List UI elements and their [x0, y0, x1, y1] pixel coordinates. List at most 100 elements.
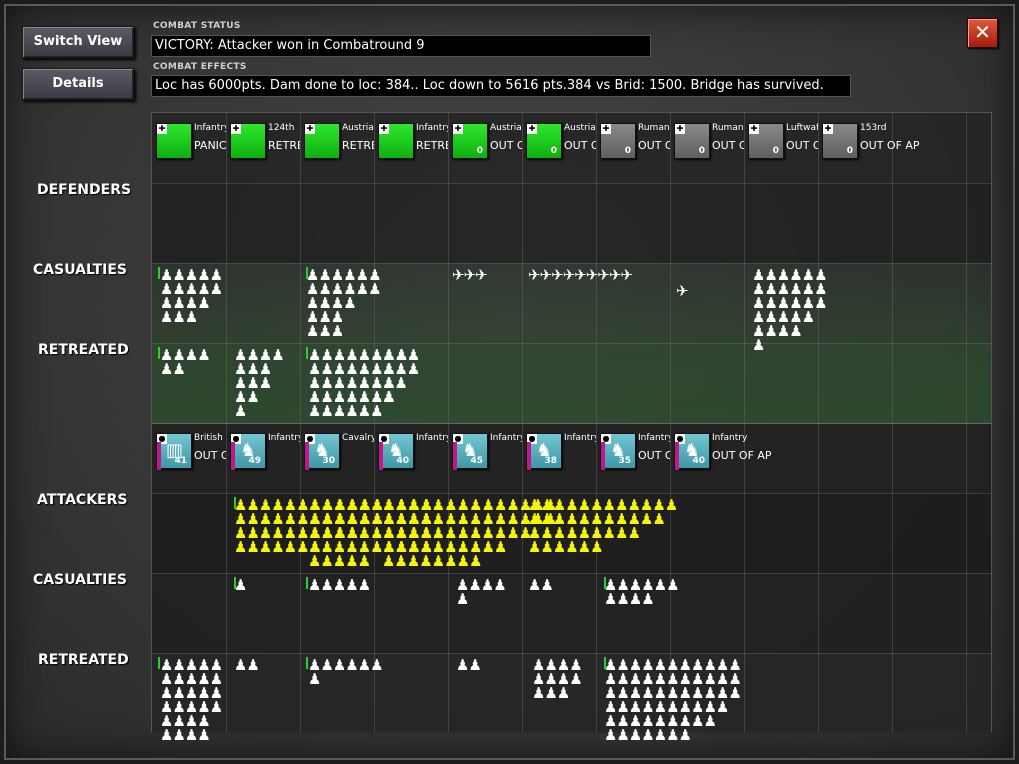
unit-name: British — [194, 433, 223, 443]
attacker-unit-6[interactable]: ● ♞ 38 Infantry — [522, 425, 596, 485]
unit-status: OUT OF AP — [860, 139, 920, 152]
strength-bar — [231, 442, 235, 470]
soldier-casualty-icon: ♟♟♟ — [306, 322, 344, 340]
unit-name: Austrian — [490, 123, 522, 133]
unit-strength: 41 — [174, 456, 187, 466]
unit-strength: 0 — [476, 146, 483, 156]
defender-unit-10[interactable]: ✚ 0 153rd OUT OF AP — [818, 115, 920, 175]
defender-unit-6[interactable]: ✚0AustrianOUT OF AP — [522, 115, 596, 175]
cross-flag-icon: ✚ — [231, 124, 241, 134]
unit-status: RETREAT — [268, 139, 300, 152]
unit-strength: 0 — [698, 146, 705, 156]
attacker-casualty-icon: ♟♟ — [528, 576, 554, 594]
grid-column-line — [374, 113, 375, 733]
strength-marker — [158, 267, 160, 279]
grid-row-line — [152, 183, 991, 184]
defender-unit-4[interactable]: ✚ Infantry RETREAT — [374, 115, 448, 175]
unit-counter[interactable]: ● ♞ 45 — [452, 433, 488, 470]
attackers-label: ATTACKERS — [37, 492, 128, 508]
unit-strength: 0 — [846, 146, 853, 156]
unit-counter[interactable]: ✚ 0 — [748, 123, 784, 159]
cross-flag-icon: ✚ — [305, 124, 315, 134]
unit-name: Cavalry — [342, 433, 374, 443]
grid-column-line — [300, 113, 301, 733]
soldier-retreated-icon: ♟♟ — [160, 360, 186, 378]
soldier-retreated-icon: ♟♟♟♟♟♟ — [308, 402, 384, 420]
attacker-unit-1[interactable]: ●▥41British OUT OF AP — [152, 425, 226, 485]
unit-counter[interactable]: ✚ 0 — [600, 123, 636, 159]
attacker-casualties-label: CASUALTIES — [33, 572, 127, 588]
defender-casualties-label: CASUALTIES — [33, 262, 127, 278]
switch-view-button[interactable]: Switch View — [22, 26, 134, 58]
unit-counter[interactable]: ● ♞ 40 — [378, 433, 414, 470]
combat-status-text: VICTORY: Attacker won in Combatround 9 — [151, 35, 651, 57]
unit-strength: 45 — [470, 456, 483, 466]
combat-effects-text: Loc has 6000pts. Dam done to loc: 384.. … — [151, 75, 851, 97]
unit-name: Infantry — [416, 123, 448, 133]
unit-counter[interactable]: ✚ 0 — [526, 123, 562, 159]
attacker-unit-3[interactable]: ● ♞ 30 Cavalry — [300, 425, 374, 485]
unit-status: OUT OF AP — [712, 449, 772, 462]
soldier-casualty-icon: ♟♟♟ — [160, 308, 198, 326]
defender-unit-1[interactable]: ✚ Infantry PANIC — [152, 115, 226, 175]
grid-column-line — [522, 113, 523, 733]
defender-unit-3[interactable]: ✚ Austrian RETREAT — [300, 115, 374, 175]
unit-counter[interactable]: ● ▥ 41 — [156, 433, 192, 470]
attacker-unit-8[interactable]: ● ♞ 40 Infantry OUT OF AP — [670, 425, 772, 485]
unit-strength: 40 — [692, 456, 705, 466]
unit-counter[interactable]: ✚ — [378, 123, 414, 159]
grid-row-line — [152, 493, 991, 494]
defender-unit-2[interactable]: ✚ 124th RETREAT — [226, 115, 300, 175]
iron-cross-icon: ✚ — [823, 124, 833, 134]
unit-status: OUT OF AP — [638, 449, 670, 462]
unit-status: PANIC — [194, 139, 226, 152]
defender-unit-9[interactable]: ✚0LuftwaffeOUT OF AP — [744, 115, 818, 175]
unit-name: Infantry — [638, 433, 670, 443]
grid-row-line — [152, 573, 991, 574]
strength-bar — [157, 442, 161, 470]
soldier-retreated-icon: ♟ — [382, 388, 395, 406]
unit-counter[interactable]: ✚ — [230, 123, 266, 159]
attacker-retreated-icon: ♟♟♟ — [532, 684, 570, 702]
unit-counter[interactable]: ● ♞ 35 — [600, 433, 636, 470]
attacker-unit-7[interactable]: ●♞35Infantry OUT OF AP — [596, 425, 670, 485]
unit-name: Luftwaffe — [786, 123, 818, 133]
unit-counter[interactable]: ● ♞ 38 — [526, 433, 562, 470]
unit-name: Infantry — [416, 433, 448, 443]
cross-flag-icon: ✚ — [157, 124, 167, 134]
strength-marker — [604, 577, 606, 589]
attacker-casualties-row — [152, 573, 991, 653]
attacker-casualty-icon: ♟♟♟♟ — [604, 590, 655, 608]
close-icon[interactable]: ✕ — [967, 18, 998, 48]
strength-marker — [234, 577, 236, 589]
attacker-casualty-icon: ♟ — [456, 590, 469, 608]
grid-column-line — [818, 113, 819, 733]
unit-name: Infantry — [268, 433, 300, 443]
defender-unit-8[interactable]: ✚0RumanianOUT OF AP — [670, 115, 744, 175]
attacker-retreated-icon: ♟♟♟♟ — [160, 726, 211, 744]
unit-counter[interactable]: ✚ 0 — [674, 123, 710, 159]
grid-row-line — [152, 343, 991, 344]
unit-counter[interactable]: ✚ 0 — [822, 123, 858, 159]
unit-counter[interactable]: ✚ 0 — [452, 123, 488, 159]
details-button[interactable]: Details — [22, 68, 134, 100]
unit-counter[interactable]: ✚ — [156, 123, 192, 159]
soldier-casualty-icon: ♟ — [752, 336, 765, 354]
unit-status: RETREAT — [342, 139, 374, 152]
attacker-unit-4[interactable]: ● ♞ 40 Infantry — [374, 425, 448, 485]
attacker-retreated-label: RETREATED — [38, 652, 129, 668]
unit-name: 124th — [268, 123, 295, 133]
unit-counter[interactable]: ● ♞ 40 — [674, 433, 710, 470]
unit-counter[interactable]: ● ♞ 30 — [304, 433, 340, 470]
grid-column-line — [448, 113, 449, 733]
defender-unit-5[interactable]: ✚0AustrianOUT OF AP — [448, 115, 522, 175]
unit-strength: 40 — [396, 456, 409, 466]
attacker-unit-5[interactable]: ● ♞ 45 Infantry — [448, 425, 522, 485]
cross-flag-icon: ✚ — [379, 124, 389, 134]
unit-counter[interactable]: ✚ — [304, 123, 340, 159]
attacker-unit-2[interactable]: ● ♞ 49 Infantry — [226, 425, 300, 485]
attacker-retreated-icon: ♟ — [308, 670, 321, 688]
unit-counter[interactable]: ● ♞ 49 — [230, 433, 266, 470]
grid-row-line — [152, 653, 991, 654]
defender-unit-7[interactable]: ✚0RumanianOUT OF AP — [596, 115, 670, 175]
